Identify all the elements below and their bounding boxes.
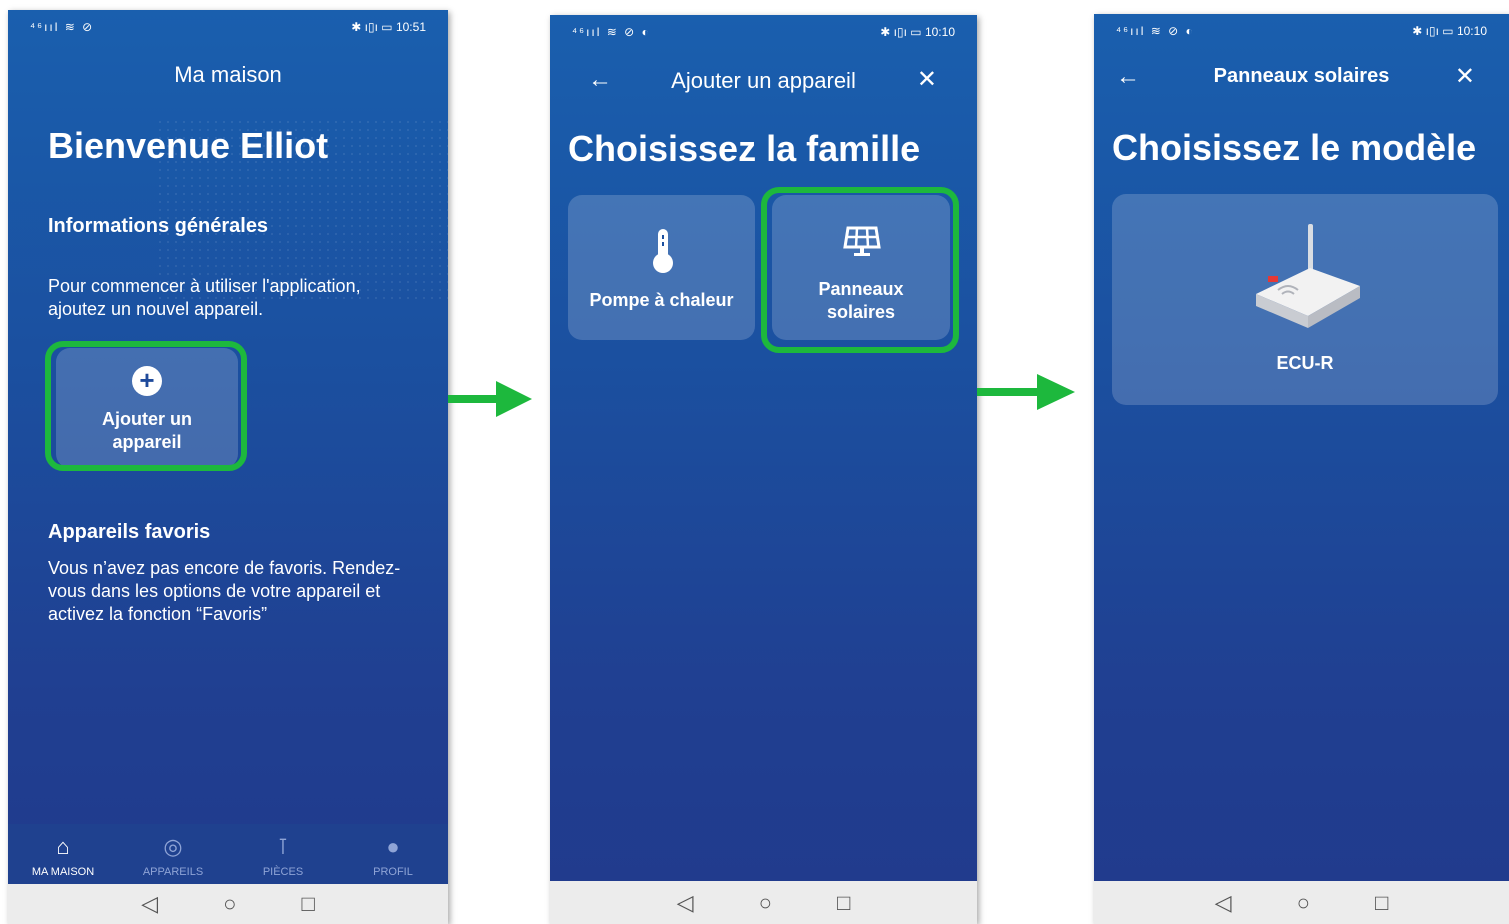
status-bar: ⁴⁶ııl ≋ ⊘ ◐ ✱ ı▯ı ▭ 10:10 [1094,14,1509,44]
ecu-router-image [1256,224,1360,328]
arrow-right-icon [448,381,532,417]
home-nav-button[interactable]: ○ [1297,891,1310,914]
battery-time-status: ✱ ı▯ı ▭ 10:10 [1412,24,1487,38]
favorites-text: Vous n’avez pas encore de favoris. Rende… [48,558,401,624]
recent-apps-button[interactable]: □ [1375,891,1388,914]
family-heading: Choisissez la famille [568,128,921,169]
tab-profil[interactable]: ● PROFIL [348,834,438,884]
signal-status: ⁴⁶ııl ≋ ⊘ ◐ [1116,24,1195,38]
home-nav-button[interactable]: ○ [759,891,772,914]
phone-screen-choose-model: ⁴⁶ııl ≋ ⊘ ◐ ✱ ı▯ı ▭ 10:10 ← Panneaux sol… [1094,14,1509,924]
status-bar: ⁴⁶ııl ≋ ⊘ ✱ ı▯ı ▭ 10:51 [8,10,448,40]
close-icon[interactable]: ✕ [917,68,937,92]
home-icon: ⌂ [56,834,70,859]
signal-status: ⁴⁶ııl ≋ ⊘ ◐ [572,25,651,39]
tab-pieces[interactable]: ⊺ PIÈCES [238,834,328,884]
family-label: Pompe à chaleur [589,290,734,310]
tab-ma-maison[interactable]: ⌂ MA MAISON [18,834,108,884]
battery-time-status: ✱ ı▯ı ▭ 10:51 [351,20,426,34]
arrow-right-icon [977,374,1075,410]
android-nav-bar: ◁ ○ □ [8,884,448,924]
user-icon: ● [386,834,400,859]
app-header: Ma maison [8,50,448,110]
tab-label: APPAREILS [142,866,204,878]
back-nav-button[interactable]: ◁ [1215,891,1232,914]
family-tile-heat-pump[interactable]: Pompe à chaleur [568,195,755,340]
tab-label: PROFIL [373,866,413,878]
highlight-frame [761,187,959,353]
bottom-tab-bar: ⌂ MA MAISON ◎ APPAREILS ⊺ PIÈCES ● PROFI… [8,824,448,884]
android-nav-bar: ◁ ○ □ [550,881,977,924]
page-title: Ajouter un appareil [671,68,856,93]
model-heading: Choisissez le modèle [1112,127,1477,168]
tab-label: PIÈCES [262,866,304,878]
favorites-heading: Appareils favoris [48,521,211,543]
battery-time-status: ✱ ı▯ı ▭ 10:10 [880,25,955,39]
signal-status: ⁴⁶ııl ≋ ⊘ [30,20,95,34]
android-nav-bar: ◁ ○ □ [1094,881,1509,924]
sofa-lamp-icon: ⊺ [277,834,289,859]
phone-screen-ma-maison: ⁴⁶ııl ≋ ⊘ ✱ ı▯ı ▭ 10:51 Ma maison Bienve… [8,10,448,924]
welcome-heading: Bienvenue Elliot [48,125,329,166]
page-title: Ma maison [174,62,282,87]
model-tile-ecu-r[interactable]: ECU-R [1112,194,1498,405]
recent-apps-button[interactable]: □ [837,891,850,914]
app-header: ← Ajouter un appareil ✕ [550,60,977,120]
tab-label: MA MAISON [31,866,95,878]
back-nav-button[interactable]: ◁ [677,891,694,914]
back-nav-button[interactable]: ◁ [141,893,158,915]
recent-apps-button[interactable]: □ [301,893,314,915]
thermometer-icon [653,229,673,273]
phone-screen-add-device: ⁴⁶ııl ≋ ⊘ ◐ ✱ ı▯ı ▭ 10:10 ← Ajouter un a… [550,15,977,924]
app-header: ← Panneaux solaires ✕ [1094,59,1509,119]
page-title: Panneaux solaires [1213,65,1390,87]
home-nav-button[interactable]: ○ [223,893,236,915]
radar-icon: ◎ [163,834,183,859]
status-bar: ⁴⁶ııl ≋ ⊘ ◐ ✱ ı▯ı ▭ 10:10 [550,15,977,45]
highlight-frame [45,341,247,471]
info-heading: Informations générales [48,215,269,237]
model-label: ECU-R [1276,353,1334,373]
info-text: Pour commencer à utiliser l'application,… [48,276,361,319]
tab-appareils[interactable]: ◎ APPAREILS [128,834,218,884]
close-icon[interactable]: ✕ [1455,65,1475,89]
